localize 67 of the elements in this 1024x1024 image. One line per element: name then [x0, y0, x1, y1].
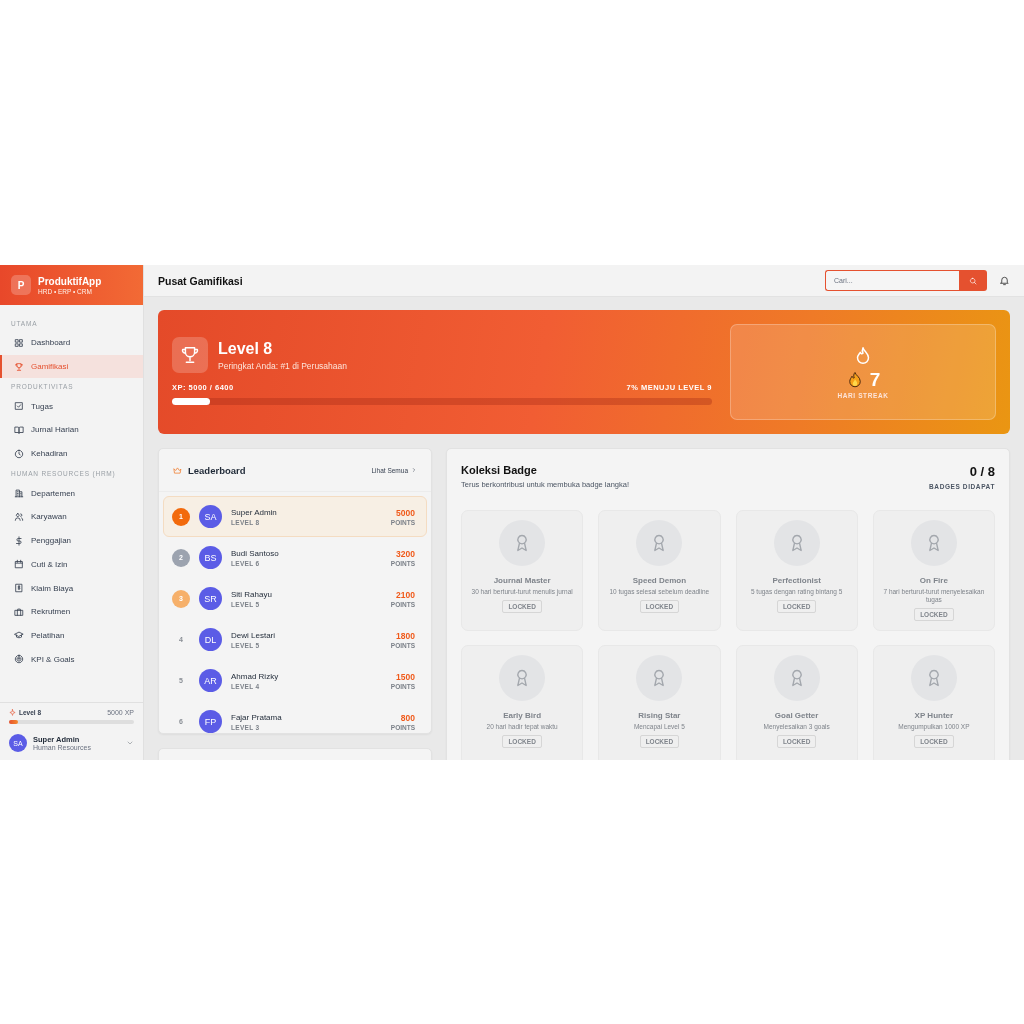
badge-name: Perfectionist	[772, 576, 821, 585]
avatar: SA	[199, 505, 222, 528]
sidebar-item[interactable]: Karyawan	[0, 505, 143, 529]
chevron-right-icon	[411, 467, 417, 473]
search-icon	[969, 276, 977, 285]
points-value: 1800	[396, 630, 415, 641]
page-title: Pusat Gamifikasi	[158, 274, 243, 287]
sparkle-icon	[9, 709, 16, 716]
bell-icon[interactable]	[999, 275, 1010, 286]
sidebar-item[interactable]: Kehadiran	[0, 441, 143, 466]
sidebar-item[interactable]: Rekrutmen	[0, 599, 143, 624]
avatar: SR	[199, 587, 222, 610]
app-name: ProduktifApp	[38, 275, 102, 287]
badge-name: Early Bird	[503, 711, 541, 720]
sidebar-item[interactable]: Klaim Biaya	[0, 576, 143, 600]
avatar: FP	[199, 710, 222, 733]
trophy-icon	[179, 344, 201, 366]
badge-name: Speed Demon	[632, 576, 687, 585]
clock-icon	[14, 448, 24, 459]
points-value: 2100	[396, 589, 415, 600]
app-logo: P	[11, 275, 31, 295]
user-name: Dewi Lestari	[231, 630, 275, 640]
sidebar-item[interactable]: KPI & Goals	[0, 647, 143, 671]
sidebar-item[interactable]: Tugas	[0, 394, 143, 419]
badge-name: XP Hunter	[914, 711, 954, 720]
dollar-icon	[14, 535, 24, 546]
target-icon	[14, 654, 24, 665]
chevron-down-icon	[126, 739, 134, 747]
receipt-icon	[14, 583, 24, 594]
badge-name: On Fire	[919, 576, 948, 585]
user-name: Budi Santoso	[231, 548, 279, 558]
badge-name: Rising Star	[638, 711, 681, 720]
checkbox-icon	[14, 401, 24, 412]
user-name: Fajar Pratama	[231, 712, 282, 722]
sidebar-item[interactable]: Dashboard	[0, 331, 143, 355]
points-value: 5000	[396, 507, 415, 518]
sidebar-item[interactable]: Cuti & Izin	[0, 552, 143, 577]
mortarboard-icon	[14, 630, 24, 641]
badge-name: Journal Master	[493, 576, 551, 585]
avatar: DL	[199, 628, 222, 651]
sidebar-item[interactable]: Pelatihan	[0, 623, 143, 648]
grid-icon	[14, 337, 24, 348]
crown-icon	[173, 465, 182, 475]
calendar-icon	[14, 559, 24, 570]
sidebar-item[interactable]: Departemen	[0, 481, 143, 506]
people-icon	[14, 511, 24, 522]
user-name: Ahmad Rizky	[231, 671, 279, 681]
level-title: Level 8	[218, 339, 274, 358]
building-icon	[14, 488, 24, 499]
streak-count: 7	[869, 369, 881, 391]
briefcase-icon	[14, 606, 24, 617]
trophy-icon	[14, 361, 24, 372]
sidebar-item[interactable]: Jurnal Harian	[0, 418, 143, 442]
avatar: AR	[199, 669, 222, 692]
badge-count: 0 / 8	[969, 464, 995, 479]
user-name: Siti Rahayu	[231, 589, 272, 599]
card-title: Leaderboard	[188, 464, 246, 476]
book-icon	[14, 424, 24, 435]
points-value: 800	[400, 712, 415, 723]
sidebar-item[interactable]: Penggajian	[0, 528, 143, 553]
points-value: 3200	[396, 548, 415, 559]
points-value: 1500	[396, 671, 415, 682]
avatar: BS	[199, 546, 222, 569]
user-name: Super Admin	[231, 507, 277, 517]
badge-name: Goal Getter	[774, 711, 819, 720]
rank-text: Peringkat Anda: #1 di Perusahaan	[218, 360, 347, 371]
card-title: Koleksi Badge	[461, 464, 538, 476]
